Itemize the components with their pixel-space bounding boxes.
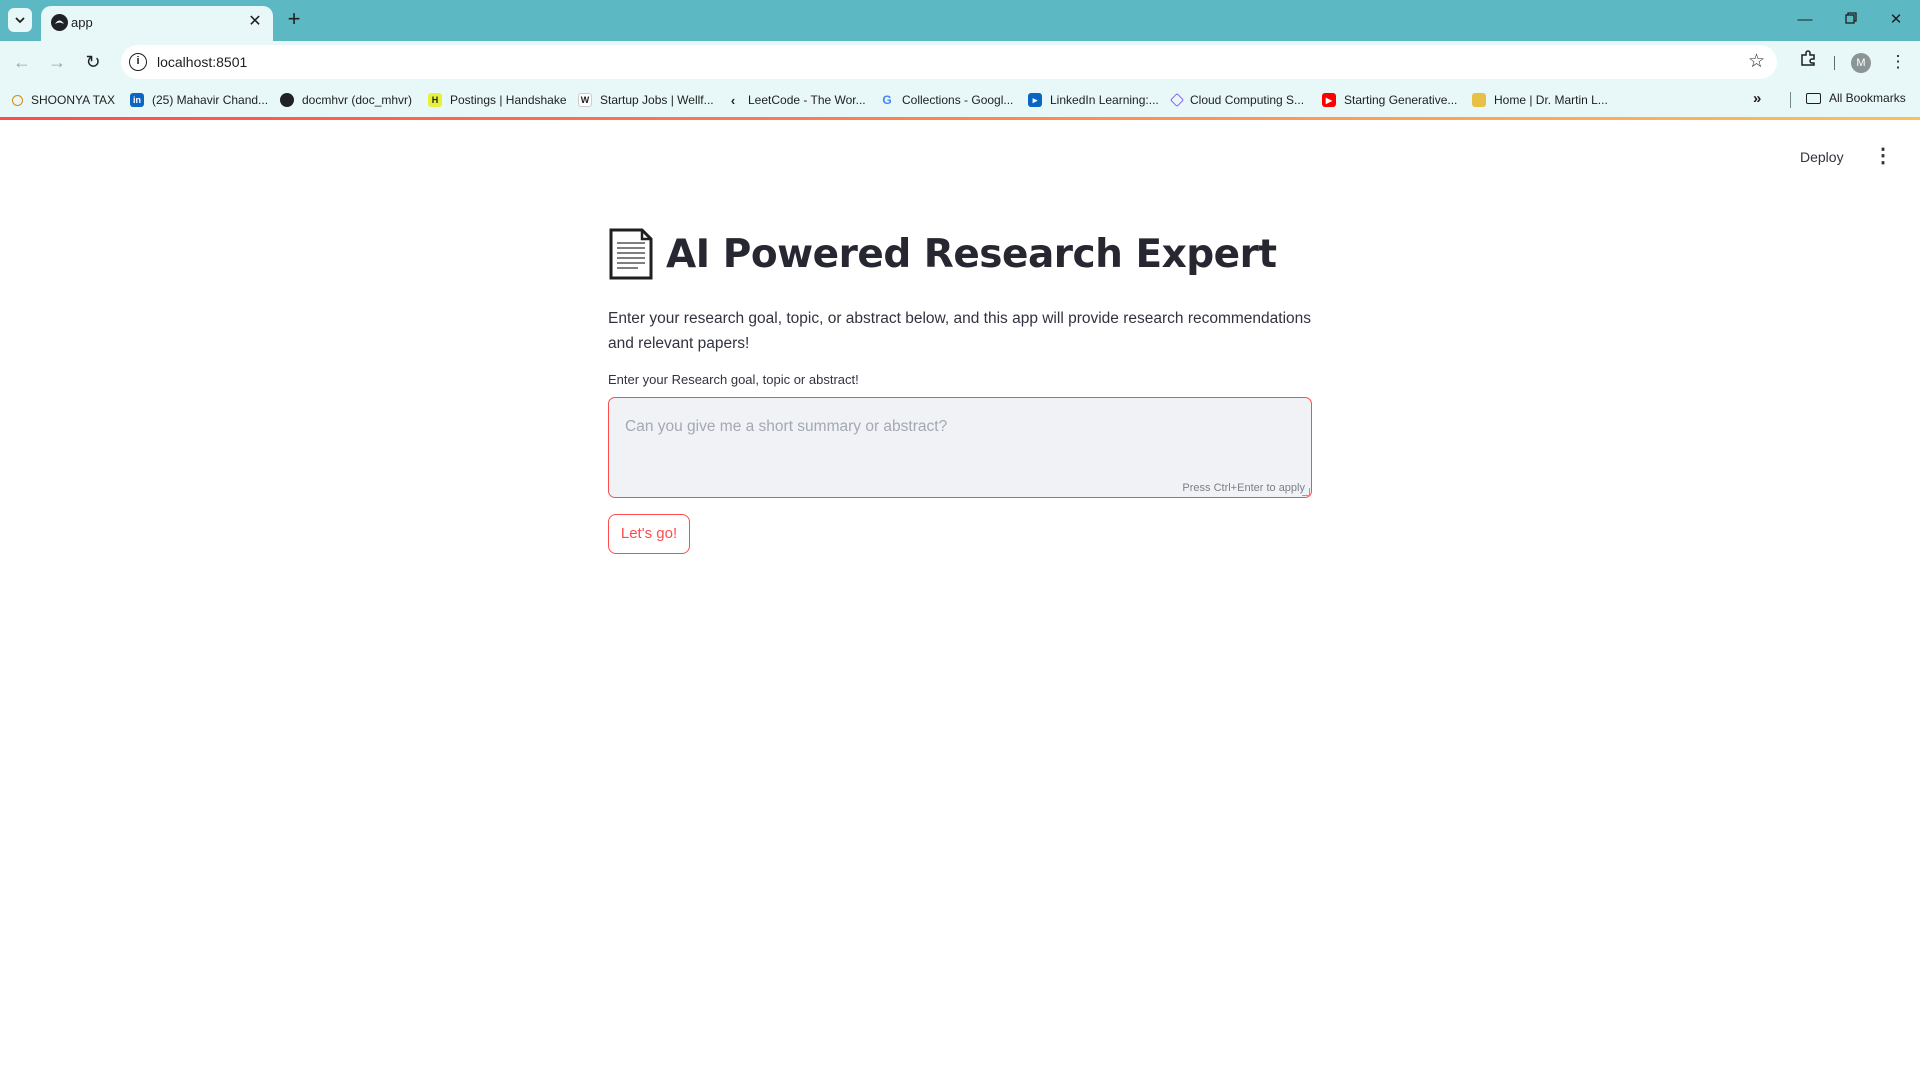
bookmarks-divider <box>1790 92 1791 108</box>
browser-tab-active[interactable]: app ✕ <box>41 6 273 41</box>
close-window-icon[interactable]: ✕ <box>1881 6 1911 34</box>
bookmark-label: Startup Jobs | Wellf... <box>600 93 714 107</box>
bookmark-star-icon[interactable]: ☆ <box>1748 50 1765 73</box>
minimize-icon[interactable]: — <box>1790 6 1820 34</box>
deploy-button[interactable]: Deploy <box>1800 146 1844 168</box>
bookmark-item[interactable]: H Postings | Handshake <box>428 91 567 109</box>
reload-icon[interactable]: ↻ <box>79 48 107 76</box>
site-info-icon[interactable]: i <box>129 53 147 71</box>
bookmark-label: Postings | Handshake <box>450 93 567 107</box>
bookmark-label: Starting Generative... <box>1344 93 1458 107</box>
main-container: AI Powered Research Expert Enter your re… <box>608 220 1312 554</box>
folder-icon <box>1806 92 1821 104</box>
bookmark-icon <box>1472 93 1486 107</box>
research-textarea[interactable]: Can you give me a short summary or abstr… <box>608 397 1312 498</box>
linkedin-learning-icon: ▸ <box>1028 93 1042 107</box>
submit-hint: Press Ctrl+Enter to apply <box>1182 482 1305 494</box>
bookmark-label: LinkedIn Learning:... <box>1050 93 1159 107</box>
bookmark-item[interactable]: G Collections - Googl... <box>880 91 1013 109</box>
tab-title: app <box>71 15 93 30</box>
browser-toolbar: ← → ↻ i localhost:8501 ☆ ⋮ <box>0 41 1920 83</box>
back-arrow-icon[interactable]: ← <box>8 48 36 76</box>
bookmark-item[interactable]: ‹ LeetCode - The Wor... <box>726 91 866 109</box>
search-icon <box>12 94 23 106</box>
new-tab-button[interactable]: + <box>282 8 306 32</box>
toolbar-divider <box>1834 56 1835 70</box>
leetcode-icon: ‹ <box>730 92 736 108</box>
page-title: AI Powered Research Expert <box>608 220 1312 288</box>
restore-icon[interactable] <box>1836 6 1866 34</box>
chevron-down-icon <box>15 17 25 24</box>
main-menu-icon[interactable]: ⋮ <box>1873 146 1893 168</box>
page-title-text: AI Powered Research Expert <box>666 231 1277 277</box>
bookmark-item[interactable]: SHOONYA TAX <box>12 91 115 109</box>
youtube-icon: ▶ <box>1322 93 1336 107</box>
url-text[interactable]: localhost:8501 <box>157 54 247 70</box>
streamlit-icon <box>51 14 68 31</box>
bookmark-item[interactable]: Home | Dr. Martin L... <box>1472 91 1608 109</box>
close-tab-icon[interactable]: ✕ <box>245 12 265 32</box>
browser-menu-icon[interactable]: ⋮ <box>1884 48 1912 76</box>
more-bookmarks-icon[interactable]: » <box>1753 90 1761 107</box>
profile-avatar[interactable]: M <box>1851 53 1871 73</box>
all-bookmarks-button[interactable]: All Bookmarks <box>1806 91 1906 105</box>
bookmark-item[interactable]: Cloud Computing S... <box>1169 91 1305 109</box>
bookmark-item[interactable]: ▶ Starting Generative... <box>1322 91 1457 109</box>
address-bar[interactable]: i localhost:8501 ☆ <box>121 45 1777 79</box>
forward-arrow-icon[interactable]: → <box>43 48 71 76</box>
tab-search-button[interactable] <box>8 8 32 32</box>
all-bookmarks-label: All Bookmarks <box>1829 91 1906 105</box>
resize-handle-icon[interactable] <box>1302 488 1310 496</box>
bookmark-item[interactable]: W Startup Jobs | Wellf... <box>578 91 714 109</box>
bookmark-label: Collections - Googl... <box>902 93 1014 107</box>
bookmark-item[interactable]: docmhvr (doc_mhvr) <box>280 91 412 109</box>
google-icon: G <box>882 93 892 107</box>
bookmark-label: docmhvr (doc_mhvr) <box>302 93 413 107</box>
handshake-icon: H <box>428 93 442 107</box>
app-header-accent-line <box>0 117 1920 120</box>
bookmark-item[interactable]: ▸ LinkedIn Learning:... <box>1028 91 1159 109</box>
bookmarks-bar: SHOONYA TAX in (25) Mahavir Chand... doc… <box>0 83 1920 117</box>
cube-icon <box>1169 92 1185 108</box>
research-textarea-placeholder[interactable]: Can you give me a short summary or abstr… <box>625 418 1285 436</box>
lets-go-button[interactable]: Let's go! <box>608 514 690 554</box>
document-icon <box>609 228 653 280</box>
tab-strip: app ✕ + — ✕ <box>0 0 1920 41</box>
extensions-icon[interactable] <box>1794 48 1822 76</box>
wellfound-icon: W <box>578 93 592 107</box>
linkedin-icon: in <box>130 93 144 107</box>
github-icon <box>280 93 294 107</box>
app-description: Enter your research goal, topic, or abst… <box>608 310 1312 352</box>
bookmark-label: LeetCode - The Wor... <box>748 93 866 107</box>
bookmark-label: Home | Dr. Martin L... <box>1494 93 1608 107</box>
bookmark-label: SHOONYA TAX <box>31 93 116 107</box>
bookmark-label: Cloud Computing S... <box>1190 93 1305 107</box>
bookmark-item[interactable]: in (25) Mahavir Chand... <box>130 91 268 109</box>
bookmark-label: (25) Mahavir Chand... <box>152 93 269 107</box>
research-input-label: Enter your Research goal, topic or abstr… <box>608 372 859 387</box>
